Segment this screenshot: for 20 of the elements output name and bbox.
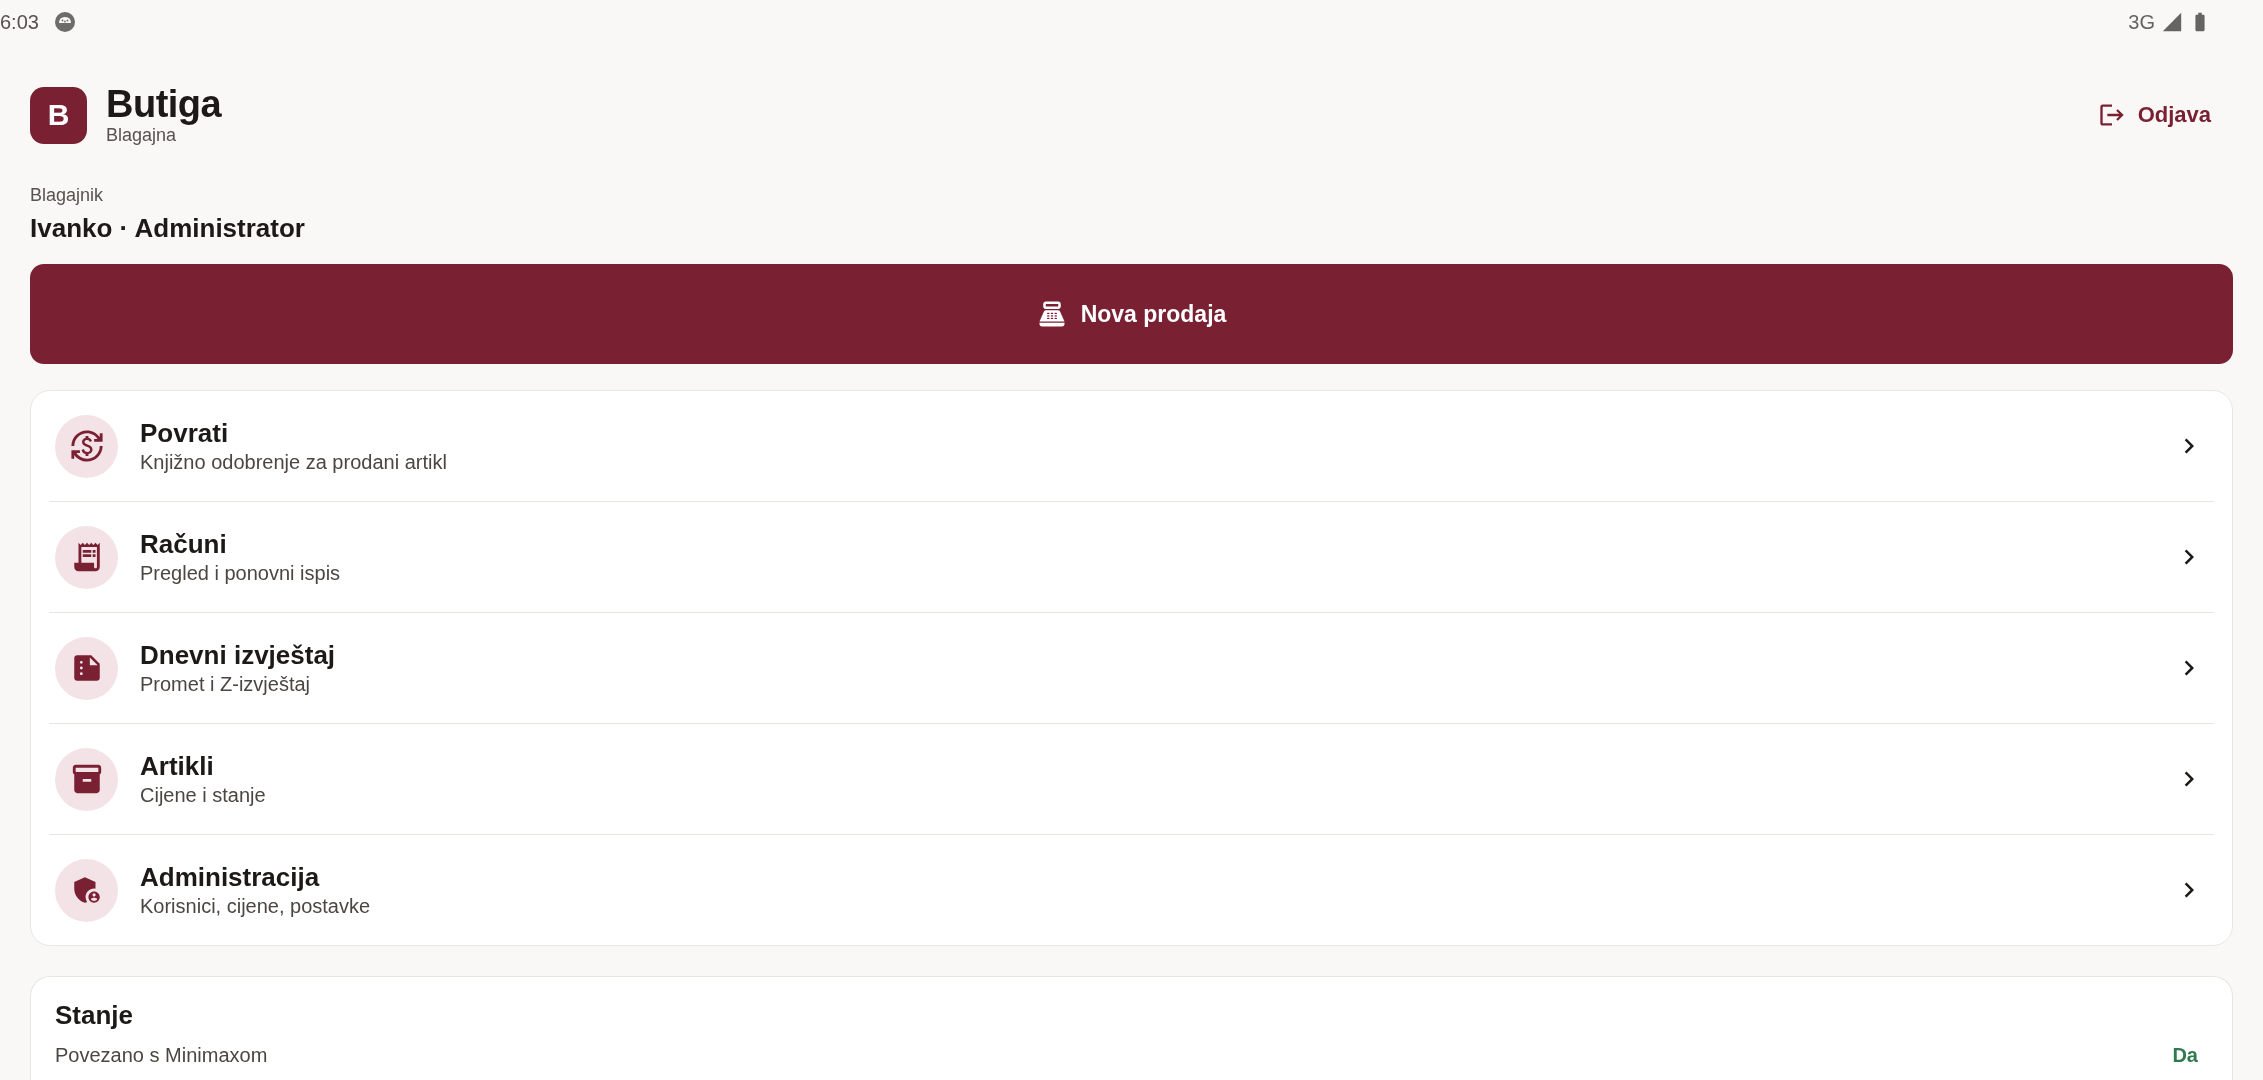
status-card-title: Stanje [55, 999, 135, 1031]
status-time: 6:03 [0, 10, 39, 34]
network-type-label: 3G [2128, 10, 2155, 34]
menu-item[interactable]: Artikli Cijene i stanje [31, 724, 2232, 834]
menu-item[interactable]: Povrati Knjižno odobrenje za prodani artikl [31, 391, 2232, 501]
app-logo: B [30, 86, 87, 144]
new-sale-button[interactable]: Nova prodaja [30, 264, 2233, 364]
cash-register-icon [1036, 299, 1067, 329]
signal-icon [2161, 11, 2183, 33]
round-status-icon [54, 12, 75, 32]
status-row-label: Povezano s Minimaxom [55, 1043, 268, 1067]
menu-item[interactable]: Dnevni izvještaj Promet i Z-izvještaj [31, 613, 2232, 723]
status-row-value: Da [2172, 1043, 2199, 1067]
cashier-name: Ivanko · Administrator [30, 212, 306, 244]
logout-button[interactable]: Odjava [2075, 93, 2233, 137]
app-title: Butiga [106, 84, 222, 124]
cashier-label: Blagajnik [30, 184, 105, 206]
menu-item[interactable]: Računi Pregled i ponovni ispis [31, 502, 2232, 612]
app-subtitle: Blagajna [106, 125, 178, 146]
menu-item[interactable]: Administracija Korisnici, cijene, postavke [31, 835, 2232, 945]
